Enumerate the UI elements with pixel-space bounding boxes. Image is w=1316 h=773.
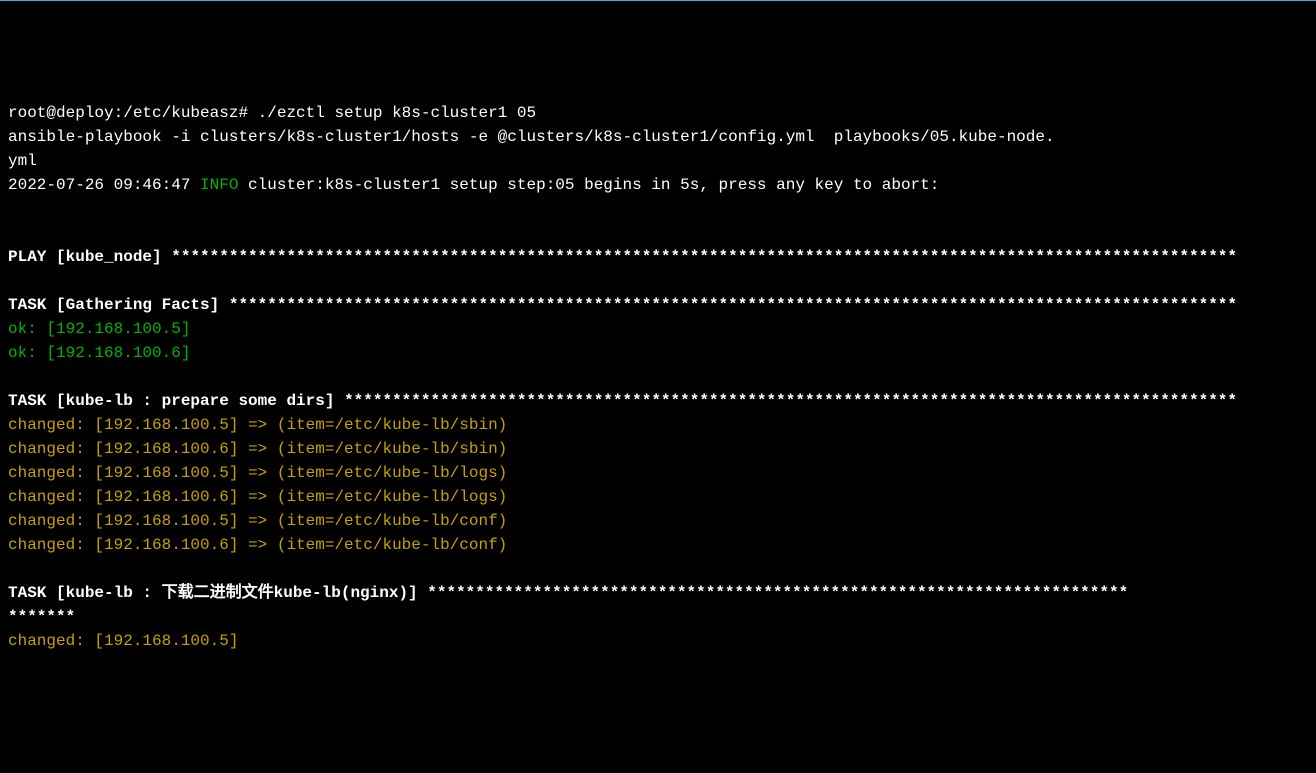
blank-line — [8, 365, 1308, 389]
play-header: PLAY [kube_node] ***********************… — [8, 245, 1308, 269]
task-label: TASK [kube-lb : prepare some dirs] — [8, 392, 344, 410]
changed-line: changed: [192.168.100.5] => (item=/etc/k… — [8, 461, 1308, 485]
shell-prompt: root@deploy:/etc/kubeasz# — [8, 104, 258, 122]
changed-line: changed: [192.168.100.6] => (item=/etc/k… — [8, 533, 1308, 557]
task-stars: ****************************************… — [344, 392, 1237, 410]
play-stars: ****************************************… — [171, 248, 1237, 266]
task-label: TASK [kube-lb : 下载二进制文件kube-lb(nginx)] — [8, 584, 427, 602]
play-label: PLAY [kube_node] — [8, 248, 171, 266]
command-text: ./ezctl setup k8s-cluster1 05 — [258, 104, 536, 122]
ok-line: ok: [192.168.100.5] — [8, 317, 1308, 341]
output-line: ansible-playbook -i clusters/k8s-cluster… — [8, 125, 1308, 149]
timestamp: 2022-07-26 09:46:47 — [8, 176, 200, 194]
task-header: TASK [Gathering Facts] *****************… — [8, 293, 1308, 317]
task-label: TASK [Gathering Facts] — [8, 296, 229, 314]
info-label: INFO — [200, 176, 238, 194]
task-header: TASK [kube-lb : 下载二进制文件kube-lb(nginx)] *… — [8, 581, 1308, 605]
changed-line: changed: [192.168.100.5] => (item=/etc/k… — [8, 413, 1308, 437]
task-stars: ****************************************… — [427, 584, 1128, 602]
blank-line — [8, 557, 1308, 581]
changed-line: changed: [192.168.100.6] => (item=/etc/k… — [8, 485, 1308, 509]
info-message: cluster:k8s-cluster1 setup step:05 begin… — [238, 176, 939, 194]
task-stars-continuation: ******* — [8, 605, 1308, 629]
changed-line: changed: [192.168.100.5] => (item=/etc/k… — [8, 509, 1308, 533]
terminal-output: root@deploy:/etc/kubeasz# ./ezctl setup … — [8, 101, 1308, 653]
prompt-line[interactable]: root@deploy:/etc/kubeasz# ./ezctl setup … — [8, 101, 1308, 125]
output-line: yml — [8, 149, 1308, 173]
info-line: 2022-07-26 09:46:47 INFO cluster:k8s-clu… — [8, 173, 1308, 197]
blank-line — [8, 221, 1308, 245]
task-header: TASK [kube-lb : prepare some dirs] *****… — [8, 389, 1308, 413]
blank-line — [8, 269, 1308, 293]
task-stars: ****************************************… — [229, 296, 1237, 314]
blank-line — [8, 197, 1308, 221]
changed-line: changed: [192.168.100.6] => (item=/etc/k… — [8, 437, 1308, 461]
ok-line: ok: [192.168.100.6] — [8, 341, 1308, 365]
changed-line: changed: [192.168.100.5] — [8, 629, 1308, 653]
